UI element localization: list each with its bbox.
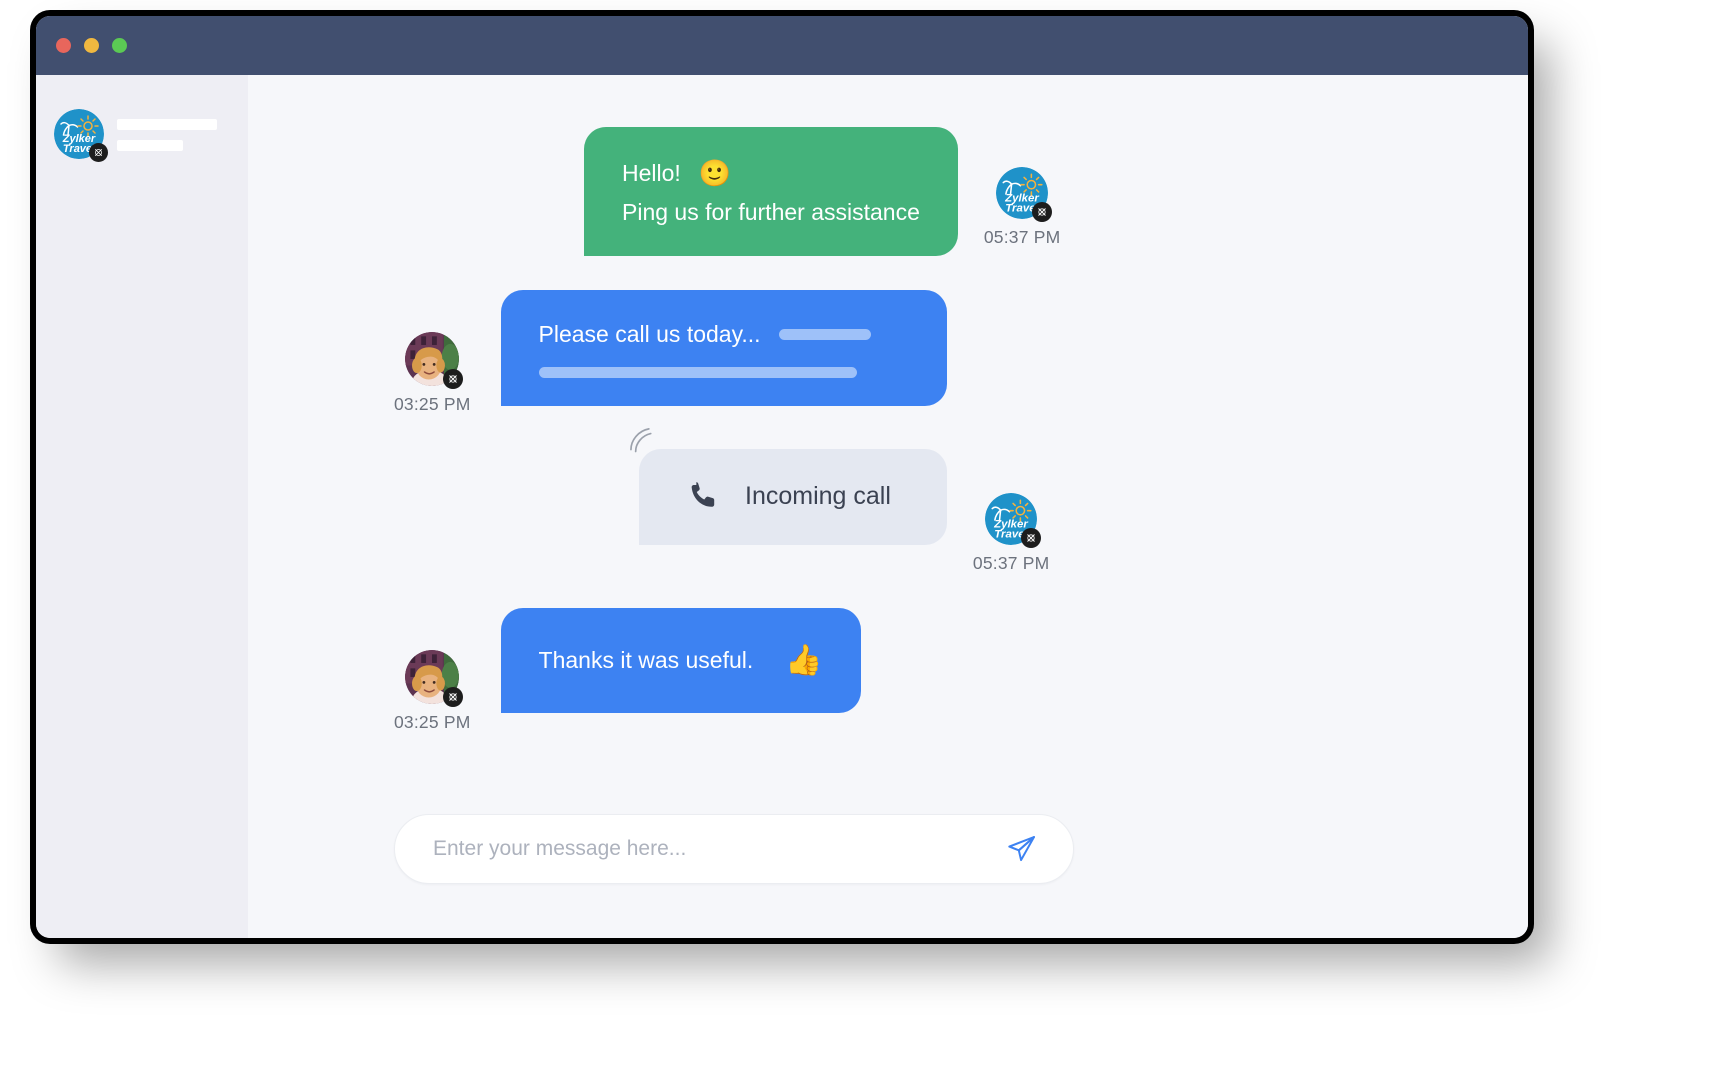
- incoming-call-label: Incoming call: [745, 482, 891, 511]
- sidebar: Zylker Travel: [36, 75, 248, 938]
- x-badge-icon: [443, 687, 464, 708]
- send-button[interactable]: [1001, 828, 1043, 870]
- message-timestamp: 03:25 PM: [394, 712, 471, 733]
- message-meta-agent: Zylker Travel 05:37 PM: [973, 493, 1050, 574]
- message-row-user-call-request: 03:25 PM Please call us today...: [294, 290, 1482, 415]
- sidebar-contact-text: [117, 117, 217, 151]
- message-list: Hello! 🙂 Ping us for further assistance: [248, 75, 1528, 814]
- message-timestamp: 03:25 PM: [394, 394, 471, 415]
- message-composer[interactable]: [394, 814, 1074, 884]
- x-badge-icon: [1021, 528, 1042, 549]
- app-window: Zylker Travel Hello! 🙂 Ping us for furth…: [36, 16, 1528, 938]
- message-line: Please call us today...: [539, 318, 909, 351]
- sidebar-contact-subtitle-placeholder: [117, 140, 183, 151]
- message-line: Thanks it was useful. 👍: [539, 644, 823, 677]
- window-body: Zylker Travel Hello! 🙂 Ping us for furth…: [36, 75, 1528, 938]
- message-text: Hello!: [622, 160, 681, 186]
- sidebar-contact-name-placeholder: [117, 119, 217, 130]
- x-badge-icon: [1032, 202, 1053, 222]
- message-line: Ping us for further assistance: [622, 196, 920, 229]
- message-row-user-thanks: 03:25 PM Thanks it was useful. 👍: [294, 608, 1482, 733]
- message-bubble-incoming-call[interactable]: Incoming call: [639, 449, 947, 545]
- maximize-window-button[interactable]: [112, 38, 127, 53]
- message-meta-user: 03:25 PM: [394, 332, 471, 415]
- avatar[interactable]: [405, 650, 464, 708]
- message-row-incoming-call: Incoming call Zylker Travel 05:37 PM: [294, 428, 1482, 574]
- x-badge-icon: [443, 369, 464, 390]
- message-row-agent-greeting: Hello! 🙂 Ping us for further assistance: [294, 127, 1482, 257]
- send-paper-plane-icon: [1008, 836, 1035, 862]
- message-text: Ping us for further assistance: [622, 198, 920, 225]
- message-timestamp: 05:37 PM: [972, 553, 1050, 574]
- message-line: Hello! 🙂: [622, 157, 920, 190]
- avatar[interactable]: [405, 332, 464, 390]
- message-timestamp: 05:37 PM: [983, 227, 1061, 247]
- message-meta-agent: Zylker Travel 05:37 PM: [984, 167, 1061, 248]
- message-bubble-greeting: Hello! 🙂 Ping us for further assistance: [584, 127, 958, 257]
- x-badge-icon: [89, 143, 108, 162]
- avatar[interactable]: Zylker Travel: [996, 167, 1053, 222]
- phone-icon: [691, 482, 715, 507]
- chat-panel: Hello! 🙂 Ping us for further assistance: [248, 75, 1528, 938]
- avatar[interactable]: Zylker Travel: [985, 493, 1042, 549]
- thumbs-up-emoji-icon: 👍: [785, 643, 823, 677]
- sidebar-contact-item[interactable]: Zylker Travel: [36, 109, 248, 162]
- incoming-call-bubble-wrap: Incoming call: [630, 428, 947, 545]
- message-bubble-thanks: Thanks it was useful. 👍: [500, 608, 861, 713]
- minimize-window-button[interactable]: [84, 38, 99, 53]
- composer-area: [248, 814, 1528, 938]
- window-titlebar: [36, 16, 1528, 75]
- smiley-face-emoji-icon: 🙂: [698, 158, 732, 189]
- avatar: Zylker Travel: [54, 109, 108, 162]
- message-meta-user: 03:25 PM: [394, 650, 471, 733]
- message-text: Thanks it was useful.: [538, 647, 754, 674]
- message-bubble-call-request: Please call us today...: [500, 290, 947, 406]
- text-placeholder-bar: [778, 329, 871, 341]
- traffic-light-group: [56, 38, 127, 53]
- text-placeholder-bar: [538, 366, 857, 378]
- close-window-button[interactable]: [56, 38, 71, 53]
- message-text: Please call us today...: [538, 321, 761, 348]
- message-input[interactable]: [433, 837, 1001, 861]
